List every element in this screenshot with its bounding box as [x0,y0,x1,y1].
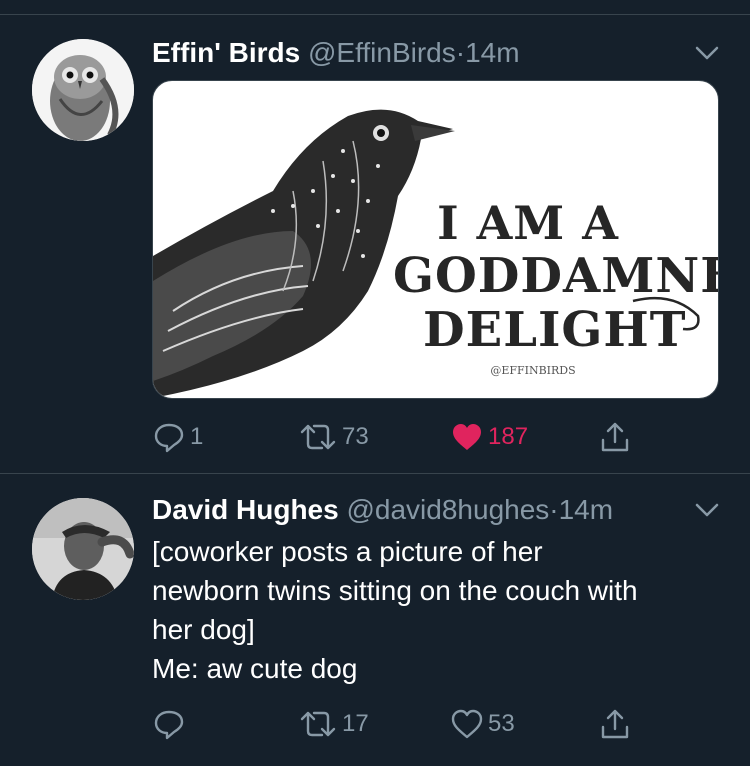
tweet-image[interactable]: I AM A GODDAMNED DELIGHT @EFFINBIRDS [152,80,719,399]
tweet-effin-birds[interactable]: Effin' Birds @EffinBirds·14m I AM A GODD… [0,15,750,473]
reply-icon [154,423,184,453]
user-handle[interactable]: @david8hughes [346,494,549,525]
retweet-count: 17 [342,710,369,737]
share-icon [601,422,629,452]
avatar[interactable] [32,39,134,141]
tweet-actions: 1 73 187 [152,417,672,457]
tweet-header: David Hughes @david8hughes·14m [152,492,613,528]
meme-text-line-3: DELIGHT [423,302,687,358]
display-name[interactable]: David Hughes [152,494,339,525]
heart-filled-icon [453,424,481,450]
owl-avatar-icon [32,39,134,141]
retweet-button[interactable]: 17 [298,704,369,744]
tweet-david-hughes[interactable]: David Hughes @david8hughes·14m [coworker… [0,474,750,766]
more-options-chevron-icon[interactable] [692,498,722,522]
meme-text-line-1: I AM A [437,196,619,250]
share-button[interactable] [598,417,632,457]
person-avatar-icon [32,498,134,600]
share-button[interactable] [598,704,632,744]
retweet-button[interactable]: 73 [298,417,369,457]
reply-count: 1 [190,423,204,450]
like-count: 187 [488,423,529,450]
avatar[interactable] [32,498,134,600]
reply-button[interactable] [152,704,190,744]
timestamp[interactable]: 14m [465,37,519,68]
like-count: 53 [488,710,515,737]
reply-icon [154,710,184,740]
reply-button[interactable]: 1 [152,417,203,457]
tweet-text: [coworker posts a picture of her newborn… [152,532,732,688]
tweet-text-line: [coworker posts a picture of her [152,536,543,567]
display-name[interactable]: Effin' Birds [152,37,300,68]
separator-dot: · [549,494,559,525]
like-button[interactable]: 187 [450,417,528,457]
meme-credit: @EFFINBIRDS [490,364,576,377]
retweet-icon [300,424,336,450]
tweet-header: Effin' Birds @EffinBirds·14m [152,35,520,71]
more-options-chevron-icon[interactable] [692,41,722,65]
retweet-icon [300,711,336,737]
retweet-count: 73 [342,423,369,450]
tweet-text-line: newborn twins sitting on the couch with [152,575,638,606]
tweet-actions: 17 53 [152,704,672,744]
timestamp[interactable]: 14m [559,494,613,525]
tweet-text-line: her dog] [152,614,255,645]
heart-outline-icon [451,709,483,739]
tweet-text-line: Me: aw cute dog [152,653,358,684]
share-icon [601,709,629,739]
meme-text-line-2: GODDAMNED [393,248,718,304]
user-handle[interactable]: @EffinBirds [308,37,456,68]
separator-dot: · [455,37,466,68]
like-button[interactable]: 53 [450,704,515,744]
